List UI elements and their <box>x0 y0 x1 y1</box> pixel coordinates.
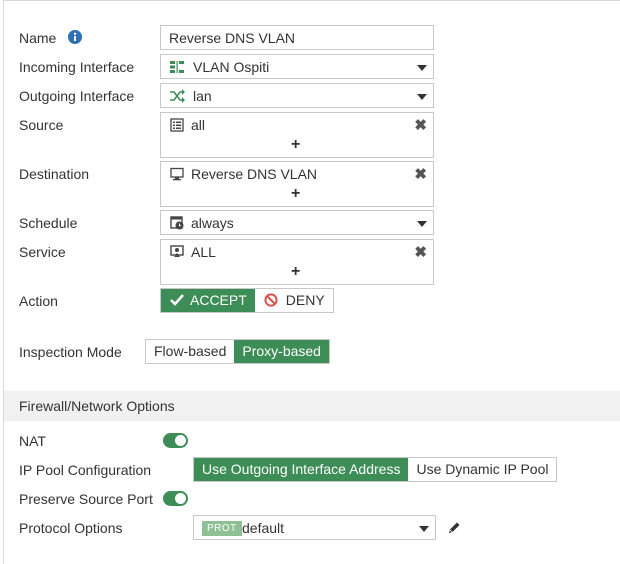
incoming-interface-label: Incoming Interface <box>19 59 135 75</box>
chevron-down-icon <box>419 526 429 532</box>
outgoing-interface-select[interactable]: lan <box>160 83 434 108</box>
schedule-select[interactable]: always <box>160 210 434 235</box>
chevron-down-icon <box>417 221 427 227</box>
protocol-options-label: Protocol Options <box>19 520 123 536</box>
accept-label: ACCEPT <box>190 292 247 308</box>
section-title: Firewall/Network Options <box>19 398 175 414</box>
service-icon <box>170 245 184 259</box>
preserve-source-port-label: Preserve Source Port <box>19 491 153 507</box>
action-label: Action <box>19 293 58 309</box>
add-service-button[interactable]: + <box>291 263 300 281</box>
check-icon <box>170 294 184 306</box>
schedule-label: Schedule <box>19 215 78 231</box>
remove-service-icon[interactable]: ✖ <box>414 243 427 261</box>
nat-toggle[interactable] <box>163 433 188 448</box>
prot-badge: PROT <box>202 521 242 536</box>
chevron-down-icon <box>417 65 427 71</box>
inspection-mode-label: Inspection Mode <box>19 344 122 360</box>
use-outgoing-interface-option[interactable]: Use Outgoing Interface Address <box>194 458 409 481</box>
action-toggle: ACCEPT DENY <box>160 288 334 313</box>
remove-destination-icon[interactable]: ✖ <box>414 165 427 183</box>
shuffle-interface-icon <box>170 89 185 103</box>
source-label: Source <box>19 117 64 133</box>
source-value: all <box>191 117 206 133</box>
destination-field[interactable]: Reverse DNS VLAN ✖ + <box>160 161 434 207</box>
name-value: Reverse DNS VLAN <box>169 30 296 46</box>
source-field[interactable]: all ✖ + <box>160 112 434 158</box>
name-label: Name <box>19 30 57 46</box>
calendar-clock-icon <box>170 216 184 230</box>
ip-pool-label: IP Pool Configuration <box>19 462 152 478</box>
protocol-options-value: default <box>242 520 285 536</box>
schedule-value: always <box>191 215 234 231</box>
destination-label: Destination <box>19 166 90 182</box>
toggle-knob <box>175 493 186 504</box>
destination-value: Reverse DNS VLAN <box>191 166 318 182</box>
deny-button[interactable]: DENY <box>254 289 333 312</box>
proxy-based-option[interactable]: Proxy-based <box>234 340 329 363</box>
add-destination-button[interactable]: + <box>291 185 300 203</box>
firewall-network-options-header: Firewall/Network Options <box>4 391 620 421</box>
accept-button[interactable]: ACCEPT <box>161 289 255 312</box>
vlan-interface-icon <box>170 60 184 74</box>
incoming-interface-select[interactable]: VLAN Ospiti <box>160 54 434 79</box>
service-field[interactable]: ALL ✖ + <box>160 239 434 285</box>
inspection-mode-toggle: Flow-based Proxy-based <box>145 339 330 364</box>
toggle-knob <box>175 435 186 446</box>
outgoing-interface-value: lan <box>193 88 212 104</box>
address-list-icon <box>170 118 184 132</box>
monitor-address-icon <box>170 167 184 181</box>
deny-icon <box>264 293 278 307</box>
service-value: ALL <box>191 244 216 260</box>
protocol-options-select[interactable]: PROT default <box>193 515 436 540</box>
pencil-icon[interactable] <box>447 521 461 535</box>
service-label: Service <box>19 244 66 260</box>
remove-source-icon[interactable]: ✖ <box>414 116 427 134</box>
name-input[interactable]: Reverse DNS VLAN <box>160 25 434 50</box>
chevron-down-icon <box>417 94 427 100</box>
deny-label: DENY <box>285 292 325 308</box>
ip-pool-toggle: Use Outgoing Interface Address Use Dynam… <box>193 457 558 482</box>
add-source-button[interactable]: + <box>291 136 300 154</box>
outgoing-interface-label: Outgoing Interface <box>19 88 135 104</box>
incoming-interface-value: VLAN Ospiti <box>193 59 270 75</box>
preserve-source-port-toggle[interactable] <box>163 491 188 506</box>
info-icon[interactable] <box>68 30 82 44</box>
use-dynamic-ip-pool-option[interactable]: Use Dynamic IP Pool <box>408 458 557 481</box>
flow-based-option[interactable]: Flow-based <box>146 340 235 363</box>
nat-label: NAT <box>19 433 46 449</box>
